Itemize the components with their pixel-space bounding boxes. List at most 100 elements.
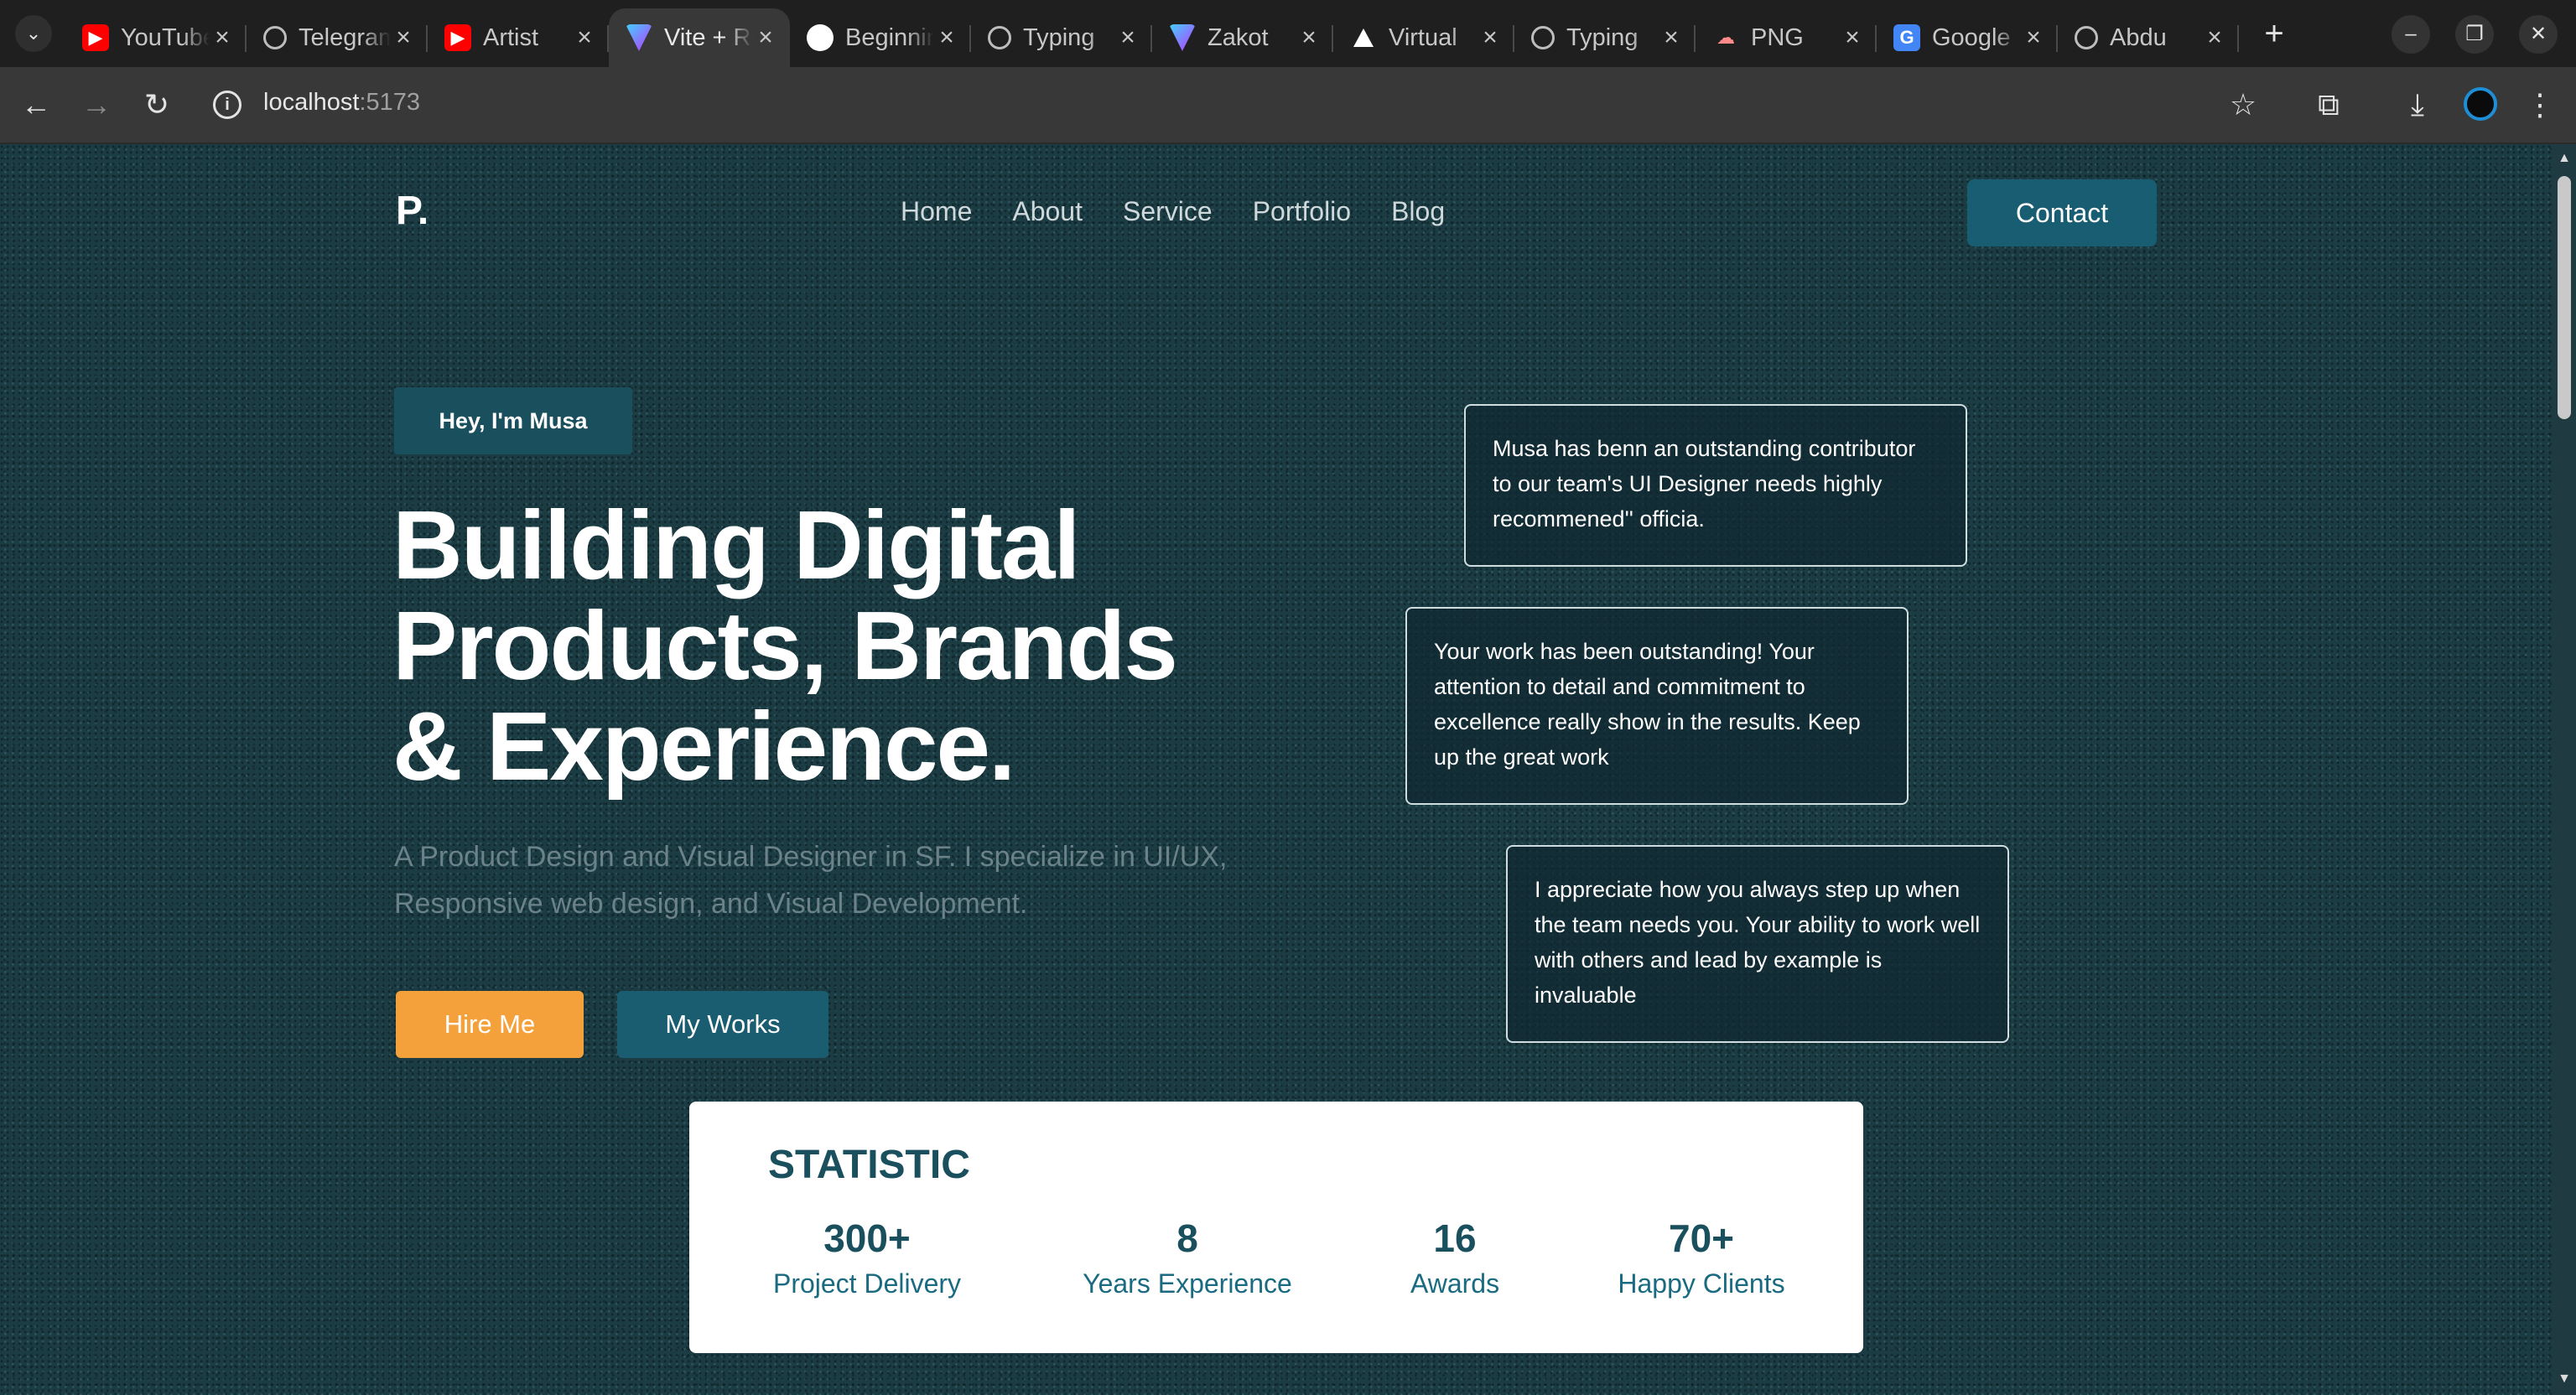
site-logo[interactable]: P. xyxy=(396,188,428,234)
browser-tab[interactable]: Beginning × xyxy=(790,8,971,67)
close-icon[interactable]: × xyxy=(1659,25,1684,50)
tab-title: Google xyxy=(1932,23,2011,51)
youtube-icon: ▶ xyxy=(82,24,109,51)
address-bar[interactable]: localhost:5173 xyxy=(263,89,420,117)
nav-portfolio[interactable]: Portfolio xyxy=(1253,196,1351,227)
globe-icon xyxy=(2075,26,2098,49)
reload-icon[interactable]: ↻ xyxy=(136,84,178,126)
stat-label: Years Experience xyxy=(1083,1268,1292,1299)
new-tab-button[interactable]: + xyxy=(2256,15,2293,52)
close-icon[interactable]: × xyxy=(934,25,959,50)
close-icon[interactable]: × xyxy=(1115,25,1140,50)
stat-item: 70+ Happy Clients xyxy=(1603,1214,1800,1304)
browser-tab[interactable]: Abdu × xyxy=(2058,8,2239,67)
stat-label: Project Delivery xyxy=(772,1268,962,1299)
vite-icon xyxy=(626,24,652,51)
stat-item: 8 Years Experience xyxy=(1075,1214,1300,1304)
testimonial-card: Musa has benn an outstanding contributor… xyxy=(1464,404,1967,567)
forward-icon[interactable]: → xyxy=(75,84,117,126)
close-icon[interactable]: × xyxy=(210,25,235,50)
scroll-up-arrow[interactable]: ▲ xyxy=(2556,151,2573,166)
browser-tab[interactable]: Telegram × xyxy=(247,8,428,67)
close-icon[interactable]: × xyxy=(2202,25,2227,50)
scroll-down-arrow[interactable]: ▼ xyxy=(2556,1372,2573,1387)
browser-toolbar: ← → ↻ i localhost:5173 ☆ ⧉ ⤓ ⋮ xyxy=(0,67,2576,144)
globe-icon xyxy=(988,26,1011,49)
headline-line: & Experience. xyxy=(392,692,1015,801)
page-viewport: P. Home About Service Portfolio Blog Con… xyxy=(0,144,2553,1395)
close-icon[interactable]: × xyxy=(572,25,597,50)
stat-value: 16 xyxy=(1433,1216,1477,1260)
extensions-icon[interactable]: ⧉ xyxy=(2308,84,2350,126)
close-icon[interactable]: × xyxy=(1478,25,1503,50)
tab-title: Typing xyxy=(1023,23,1095,51)
tab-search-button[interactable]: ⌄ xyxy=(15,15,52,52)
site-info-icon[interactable]: i xyxy=(213,91,242,119)
scrollbar-thumb[interactable] xyxy=(2558,176,2571,419)
minimize-icon[interactable]: – xyxy=(2392,15,2430,54)
browser-tab-active[interactable]: Vite + React × xyxy=(609,8,790,67)
nav-service[interactable]: Service xyxy=(1123,196,1213,227)
tab-title: Zakot xyxy=(1208,23,1269,51)
tab-title: YouTube xyxy=(121,23,210,51)
testimonial-card: I appreciate how you always step up when… xyxy=(1506,845,2009,1043)
window-close-icon[interactable]: ✕ xyxy=(2519,15,2558,54)
close-icon[interactable]: × xyxy=(1840,25,1865,50)
triangle-icon xyxy=(1350,24,1377,51)
browser-tab[interactable]: Typing × xyxy=(1514,8,1696,67)
tab-title: Vite + React xyxy=(664,23,753,51)
bookmark-star-icon[interactable]: ☆ xyxy=(2222,84,2264,126)
url-host: localhost xyxy=(263,89,360,116)
stat-label: Happy Clients xyxy=(1618,1268,1785,1299)
globe-icon xyxy=(263,26,287,49)
headline-line: Building Digital xyxy=(392,490,1081,599)
browser-tab[interactable]: ☁ PNG × xyxy=(1696,8,1877,67)
browser-tab[interactable]: Typing × xyxy=(971,8,1152,67)
testimonial-card: Your work has been outstanding! Your att… xyxy=(1405,607,1909,805)
stat-value: 8 xyxy=(1176,1216,1198,1260)
tab-title: Beginning xyxy=(845,23,934,51)
tab-title: PNG xyxy=(1751,23,1804,51)
profile-avatar[interactable] xyxy=(2464,87,2497,121)
more-menu-icon[interactable]: ⋮ xyxy=(2519,84,2561,126)
contact-button[interactable]: Contact xyxy=(1967,179,2157,246)
tab-title: Virtual xyxy=(1389,23,1457,51)
close-icon[interactable]: × xyxy=(391,25,416,50)
translate-icon: G xyxy=(1893,24,1920,51)
download-icon[interactable]: ⤓ xyxy=(2397,84,2438,126)
browser-tab[interactable]: G Google × xyxy=(1877,8,2058,67)
tab-title: Typing xyxy=(1566,23,1639,51)
browser-tab[interactable]: ▶ Artist × xyxy=(428,8,609,67)
statistic-card: STATISTIC 300+ Project Delivery 8 Years … xyxy=(689,1102,1863,1353)
vite-icon xyxy=(1169,24,1196,51)
nav-about[interactable]: About xyxy=(1012,196,1083,227)
cloud-icon: ☁ xyxy=(1716,27,1735,48)
statistic-title: STATISTIC xyxy=(768,1143,970,1187)
browser-tab[interactable]: Zakot × xyxy=(1152,8,1333,67)
tab-list: ▶ YouTube × Telegram × ▶ Artist × Vite +… xyxy=(65,8,2239,67)
my-works-button[interactable]: My Works xyxy=(617,991,828,1058)
nav-blog[interactable]: Blog xyxy=(1391,196,1445,227)
stat-item: 16 Awards xyxy=(1402,1214,1508,1304)
hero-description: A Product Design and Visual Designer in … xyxy=(394,841,1228,920)
stat-value: 300+ xyxy=(823,1216,911,1260)
main-nav: Home About Service Portfolio Blog xyxy=(901,196,1445,227)
headline-line: Products, Brands xyxy=(392,591,1178,700)
tab-title: Artist xyxy=(483,23,539,51)
hire-me-button[interactable]: Hire Me xyxy=(396,991,584,1058)
restore-icon[interactable]: ❐ xyxy=(2455,15,2494,54)
youtube-icon: ▶ xyxy=(444,24,471,51)
github-icon xyxy=(807,24,834,51)
tab-title: Abdu xyxy=(2110,23,2167,51)
hero-headline: Building Digital Products, Brands & Expe… xyxy=(392,490,1178,801)
stat-item: 300+ Project Delivery xyxy=(768,1214,966,1304)
close-icon[interactable]: × xyxy=(2021,25,2046,50)
browser-tab[interactable]: Virtual × xyxy=(1333,8,1514,67)
tab-strip: ⌄ ▶ YouTube × Telegram × ▶ Artist × Vite… xyxy=(0,0,2576,67)
nav-home[interactable]: Home xyxy=(901,196,972,227)
close-icon[interactable]: × xyxy=(1296,25,1322,50)
browser-tab[interactable]: ▶ YouTube × xyxy=(65,8,247,67)
close-icon[interactable]: × xyxy=(753,25,778,50)
stat-value: 70+ xyxy=(1668,1216,1735,1260)
back-icon[interactable]: ← xyxy=(15,84,57,126)
